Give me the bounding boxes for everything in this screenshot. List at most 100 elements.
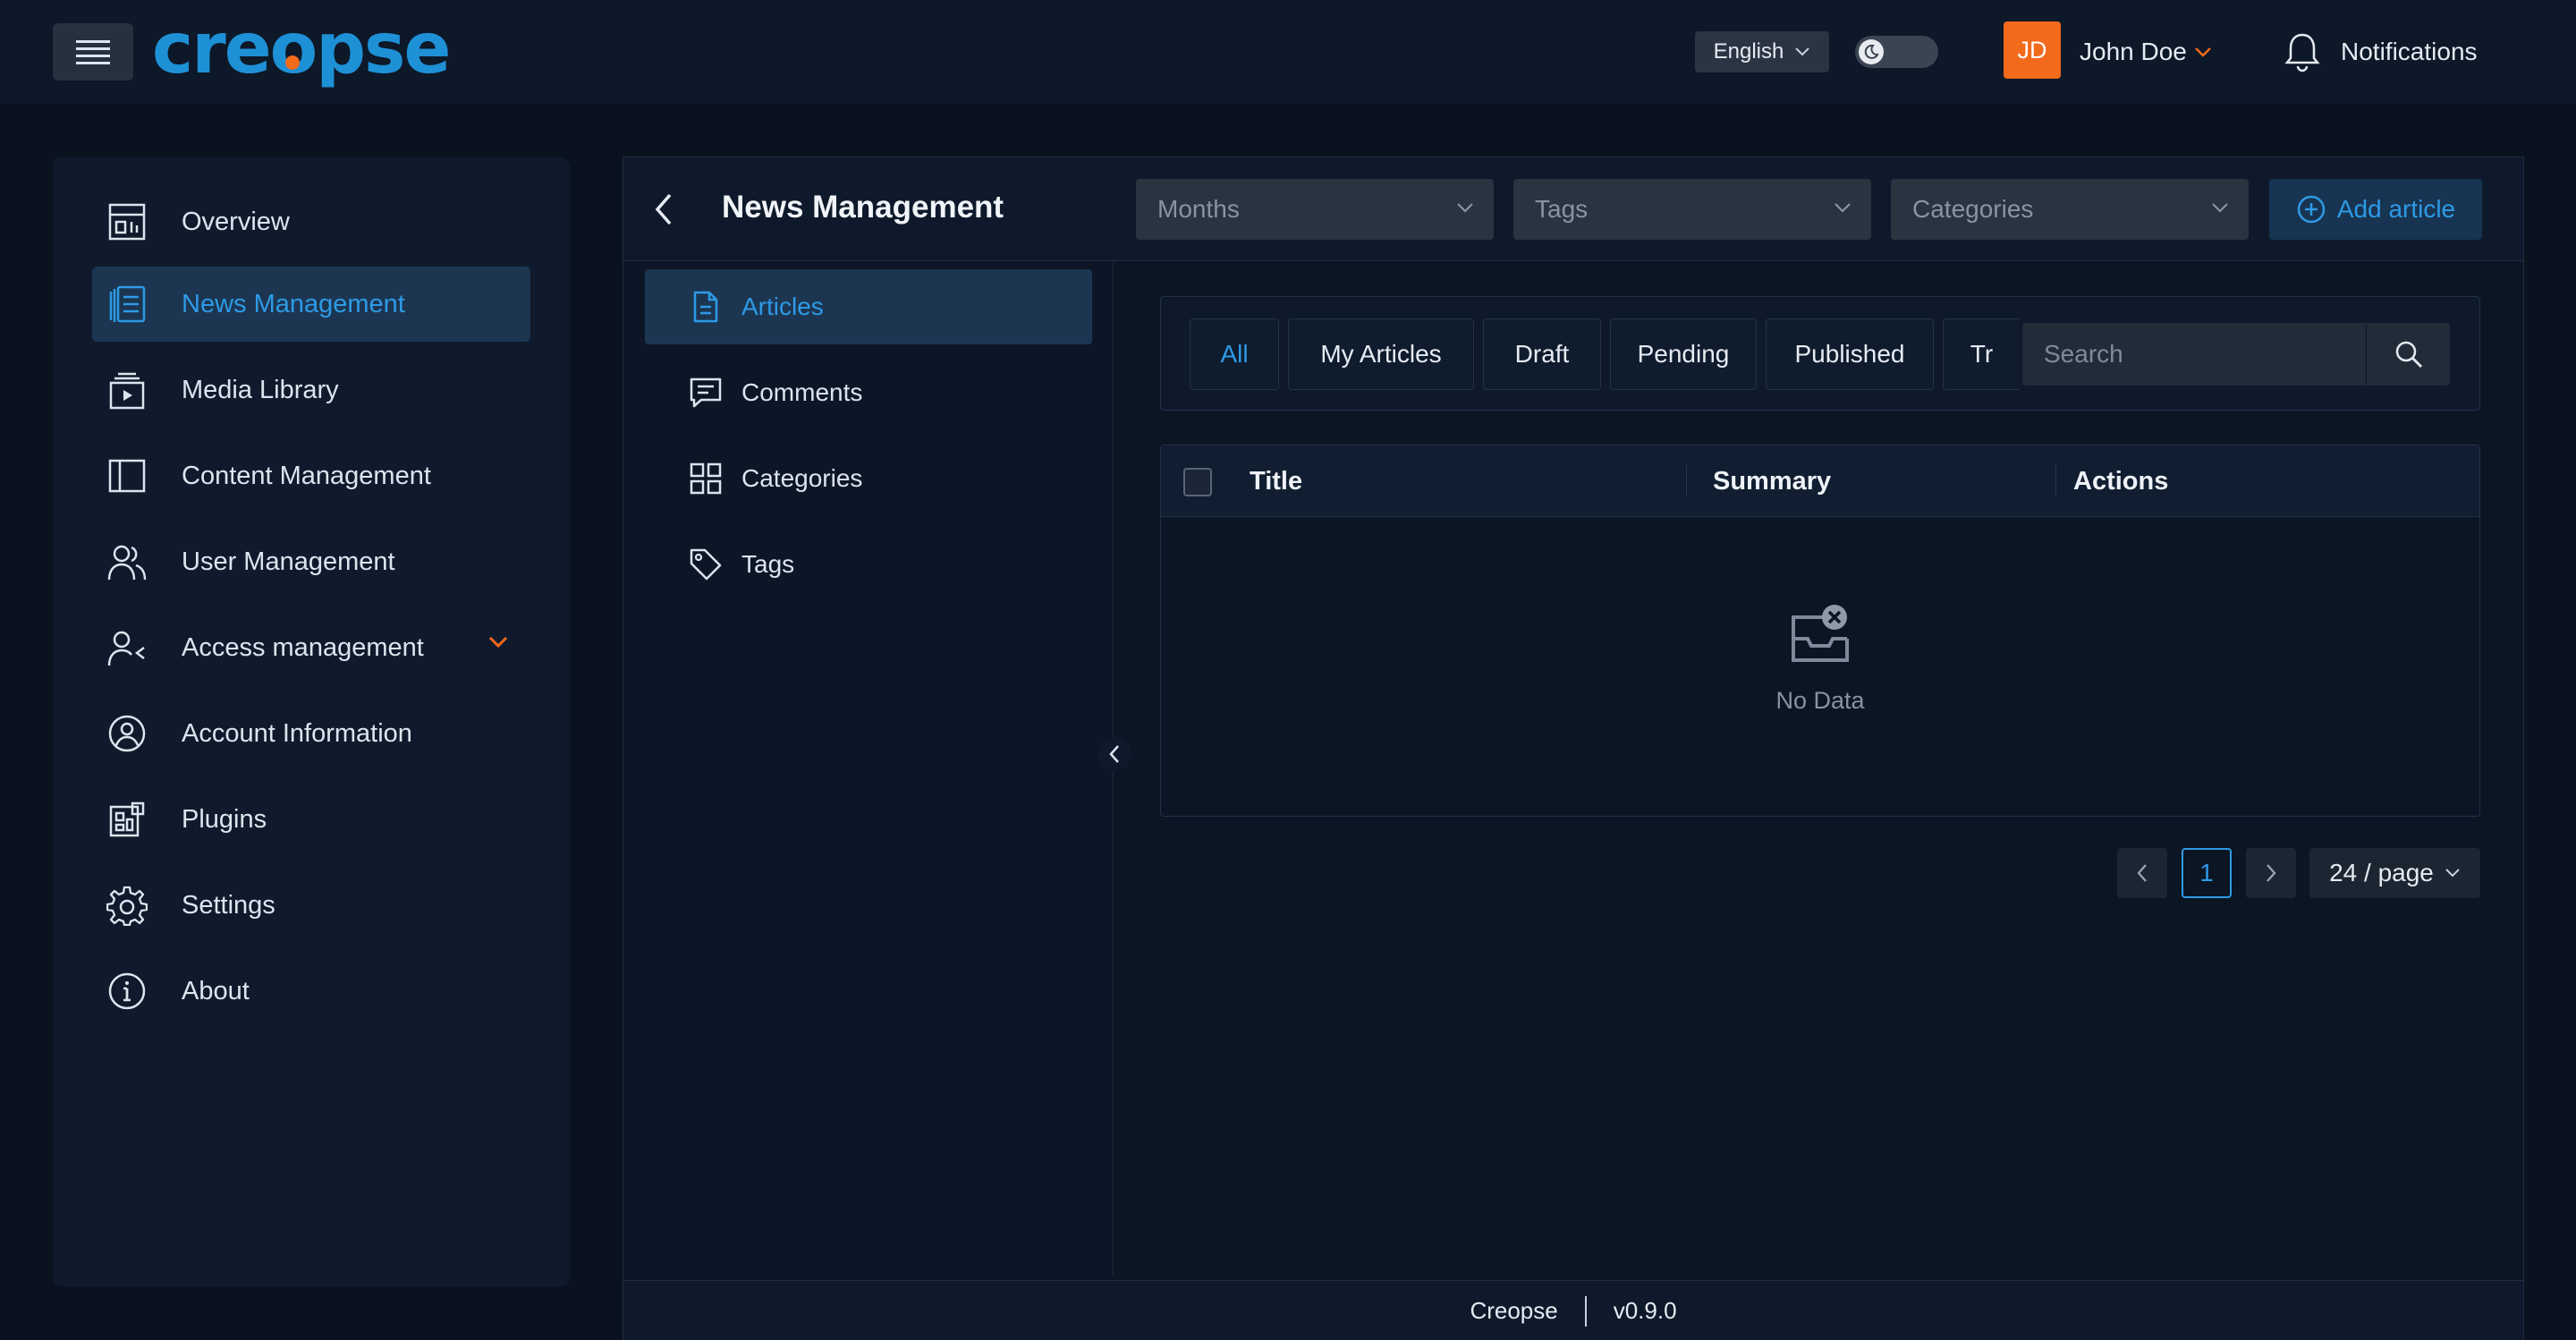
- subnav-item-label: Articles: [741, 293, 824, 320]
- sidebar-item-media-library[interactable]: Media Library: [92, 352, 530, 428]
- tab-label: My Articles: [1320, 340, 1442, 368]
- top-header: cre o pse English JD John Doe Notification…: [0, 0, 2576, 104]
- empty-state-text: No Data: [1775, 687, 1865, 714]
- logo-text-end: pse: [316, 9, 451, 89]
- sidebar-item-label: Overview: [182, 207, 290, 236]
- menu-toggle-button[interactable]: [53, 23, 133, 81]
- column-summary: Summary: [1713, 467, 1832, 496]
- prev-page-button[interactable]: [2117, 848, 2167, 898]
- chevron-down-icon: [1835, 203, 1851, 213]
- categories-select[interactable]: Categories: [1891, 179, 2249, 240]
- tab-trash[interactable]: Tr: [1943, 318, 2020, 390]
- tab-pending[interactable]: Pending: [1610, 318, 1757, 390]
- overview-icon: [106, 201, 148, 242]
- sidebar-item-settings[interactable]: Settings: [92, 868, 530, 943]
- select-all-checkbox[interactable]: [1183, 468, 1212, 496]
- subnav-item-categories[interactable]: Categories: [645, 441, 1092, 516]
- column-divider: [1686, 465, 1687, 497]
- news-icon: [106, 284, 148, 325]
- subnav-item-tags[interactable]: Tags: [645, 527, 1092, 602]
- add-article-label: Add article: [2336, 195, 2456, 223]
- chevron-left-icon: [1109, 745, 1119, 763]
- tab-label: Pending: [1637, 340, 1730, 368]
- search-box: [2022, 323, 2450, 386]
- sidebar: Overview News Management Media Library C…: [53, 157, 570, 1286]
- logo-text-o: o: [269, 9, 318, 89]
- page-title: News Management: [722, 190, 1004, 225]
- sidebar-item-label: Settings: [182, 890, 275, 920]
- search-button[interactable]: [2366, 323, 2450, 386]
- logo-text-start: cre: [152, 9, 272, 89]
- page-size-select[interactable]: 24 / page: [2309, 848, 2480, 898]
- sidebar-item-label: Plugins: [182, 804, 267, 834]
- column-title: Title: [1250, 467, 1303, 496]
- bell-icon: [2284, 33, 2320, 72]
- status-filter-bar: All My Articles Draft Pending Published …: [1160, 296, 2480, 411]
- chevron-down-icon: [2212, 203, 2228, 213]
- chevron-down-icon: [1457, 203, 1473, 213]
- footer: Creopse v0.9.0: [623, 1280, 2523, 1340]
- sidebar-item-user-management[interactable]: User Management: [92, 524, 530, 599]
- add-article-button[interactable]: Add article: [2269, 179, 2482, 240]
- subnav-item-label: Categories: [741, 464, 863, 492]
- app-logo[interactable]: cre o pse: [152, 9, 451, 89]
- tab-label: Published: [1794, 340, 1905, 368]
- next-page-button[interactable]: [2246, 848, 2296, 898]
- column-divider: [2055, 465, 2056, 497]
- footer-version: v0.9.0: [1613, 1297, 1677, 1324]
- tab-published[interactable]: Published: [1766, 318, 1934, 390]
- sidebar-item-account-information[interactable]: Account Information: [92, 696, 530, 771]
- tab-all[interactable]: All: [1190, 318, 1279, 390]
- chevron-down-icon: [2194, 47, 2211, 57]
- theme-toggle-knob: [1859, 39, 1884, 64]
- tab-label: Draft: [1514, 340, 1570, 368]
- footer-divider: [1584, 1295, 1587, 1327]
- chevron-down-icon: [488, 636, 508, 649]
- tags-select[interactable]: Tags: [1513, 179, 1871, 240]
- sidebar-item-plugins[interactable]: Plugins: [92, 782, 530, 857]
- page-number-current[interactable]: 1: [2182, 848, 2232, 898]
- subnav-item-comments[interactable]: Comments: [645, 355, 1092, 430]
- users-icon: [106, 541, 148, 582]
- sidebar-item-content-management[interactable]: Content Management: [92, 438, 530, 513]
- sidebar-item-label: Account Information: [182, 718, 412, 748]
- subnav-item-articles[interactable]: Articles: [645, 269, 1092, 344]
- sidebar-item-access-management[interactable]: Access management: [92, 610, 530, 685]
- collapse-subnav-button[interactable]: [1097, 737, 1131, 771]
- sidebar-item-overview[interactable]: Overview: [92, 184, 530, 259]
- back-button[interactable]: [650, 191, 677, 232]
- language-select[interactable]: English: [1695, 31, 1829, 72]
- months-select[interactable]: Months: [1136, 179, 1494, 240]
- user-menu[interactable]: John Doe: [2080, 34, 2212, 70]
- avatar-initials: JD: [2017, 36, 2047, 64]
- sidebar-item-news-management[interactable]: News Management: [92, 267, 530, 342]
- document-icon: [688, 289, 724, 325]
- sidebar-item-about[interactable]: About: [92, 954, 530, 1029]
- info-icon: [106, 971, 148, 1012]
- empty-inbox-icon: [1792, 605, 1849, 662]
- account-icon: [106, 713, 148, 754]
- notifications-button[interactable]: Notifications: [2284, 25, 2478, 79]
- language-label: English: [1713, 39, 1784, 64]
- grid-icon: [688, 461, 724, 496]
- content-icon: [106, 455, 148, 496]
- main-panel: News Management Months Tags Categories A…: [623, 157, 2524, 1340]
- moon-icon: [1864, 44, 1879, 59]
- chevron-down-icon: [2445, 869, 2460, 878]
- tab-my-articles[interactable]: My Articles: [1288, 318, 1474, 390]
- comment-icon: [688, 375, 724, 411]
- page-size-label: 24 / page: [2329, 859, 2434, 886]
- tab-draft[interactable]: Draft: [1483, 318, 1601, 390]
- page-number-label: 1: [2199, 859, 2214, 886]
- footer-app-name: Creopse: [1470, 1297, 1558, 1324]
- user-name: John Doe: [2080, 38, 2187, 65]
- plus-circle-icon: [2297, 195, 2326, 224]
- table-header: Title Summary Actions: [1161, 445, 2479, 517]
- sidebar-item-label: News Management: [182, 289, 405, 318]
- theme-toggle[interactable]: [1855, 36, 1938, 68]
- search-input[interactable]: [2022, 323, 2366, 386]
- articles-table: Title Summary Actions No Data: [1160, 445, 2480, 817]
- empty-state: No Data: [1161, 603, 2479, 715]
- avatar[interactable]: JD: [2004, 21, 2061, 79]
- months-placeholder: Months: [1157, 195, 1240, 223]
